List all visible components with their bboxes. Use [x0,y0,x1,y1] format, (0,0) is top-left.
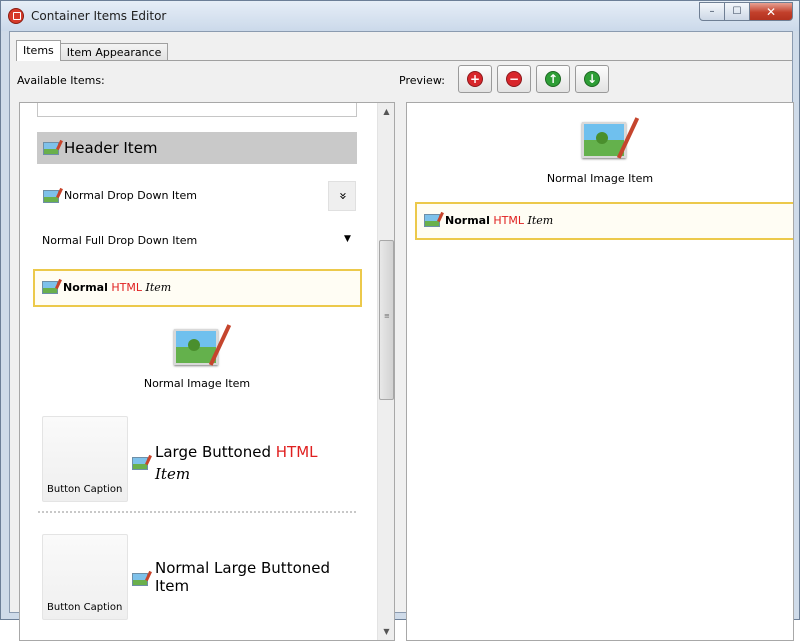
remove-icon: − [506,71,522,87]
preview-html-italic-text: Item [527,214,554,227]
available-items-list[interactable]: Header Item Normal Drop Down Item » Norm… [19,102,395,641]
normal-large-item-line1: Normal Large Buttoned [155,559,331,577]
large-caption-button[interactable]: Button Caption [42,416,128,502]
scroll-down-icon[interactable]: ▼ [378,623,394,640]
normal-large-item-line2: Item [155,577,190,595]
vertical-scrollbar[interactable]: ▲ ≡ ▼ [377,103,394,640]
picture-icon [132,573,148,586]
header-item[interactable]: Header Item [37,132,357,164]
move-up-button[interactable]: ↑ [536,65,570,93]
full-drop-down-item[interactable]: Normal Full Drop Down Item ▼ [37,227,357,253]
image-item-label: Normal Image Item [143,377,251,390]
html-item-red-text: HTML [111,281,142,294]
close-icon: ✕ [765,4,777,19]
separator [38,511,356,513]
arrow-down-icon: ↓ [584,71,600,87]
normal-large-buttoned-item[interactable]: Button Caption Normal Large Buttoned Ite… [37,531,357,623]
html-item-bold-text: Normal [63,281,108,294]
items-tab-page: Available Items: Preview: + − ↑ ↓ Header… [16,60,794,641]
title-bar[interactable]: Container Items Editor – ☐ ✕ [1,1,799,31]
large-item-line2: Item [155,465,191,483]
minimize-button[interactable]: – [699,2,725,21]
button-caption: Button Caption [47,484,123,495]
tab-items[interactable]: Items [16,40,61,61]
app-icon [8,8,24,24]
chevron-down-icon[interactable]: » [328,181,356,211]
html-item-italic-text: Item [145,281,172,294]
drop-down-item[interactable]: Normal Drop Down Item » [37,181,357,211]
minimize-icon: – [709,6,715,17]
maximize-button[interactable]: ☐ [724,2,750,21]
maximize-icon: ☐ [732,6,742,17]
preview-image-item-label: Normal Image Item [546,172,654,185]
picture-icon [43,142,59,155]
picture-icon [174,329,218,365]
large-item-line1: Large Buttoned [155,443,271,461]
move-down-button[interactable]: ↓ [575,65,609,93]
list-item-partial[interactable] [37,103,357,117]
image-item[interactable]: Normal Image Item [37,318,357,398]
header-item-label: Header Item [64,139,158,157]
large-buttoned-html-item[interactable]: Button Caption Large Buttoned HTML Item [37,413,357,505]
picture-icon [582,122,626,158]
available-items-label: Available Items: [17,74,105,87]
preview-html-item-selected[interactable]: Normal HTML Item [415,202,793,240]
scroll-up-icon[interactable]: ▲ [378,103,394,120]
scroll-thumb[interactable]: ≡ [379,240,394,400]
close-button[interactable]: ✕ [749,2,793,21]
arrow-up-icon: ↑ [545,71,561,87]
remove-item-button[interactable]: − [497,65,531,93]
full-drop-down-item-label: Normal Full Drop Down Item [42,234,198,247]
preview-panel[interactable]: Normal Image Item Normal HTML Item [406,102,794,641]
tab-strip: Items Item Appearance [16,40,169,61]
drop-down-item-label: Normal Drop Down Item [64,189,197,202]
window-title: Container Items Editor [31,9,167,23]
large-caption-button[interactable]: Button Caption [42,534,128,620]
picture-icon [42,281,58,294]
html-item-selected[interactable]: Normal HTML Item [33,269,362,307]
caption-buttons: – ☐ ✕ [699,2,793,22]
tab-item-appearance[interactable]: Item Appearance [59,43,169,61]
large-item-red-text: HTML [275,443,318,461]
preview-html-bold-text: Normal [445,214,490,227]
client-area: Items Item Appearance Available Items: P… [9,31,794,641]
picture-icon [43,190,59,203]
preview-image-item[interactable]: Normal Image Item [407,103,793,193]
caret-down-icon: ▼ [344,234,351,244]
grip-icon: ≡ [384,312,390,320]
button-caption: Button Caption [47,602,123,613]
window: Container Items Editor – ☐ ✕ Items Item … [0,0,800,641]
picture-icon [132,457,148,470]
picture-icon [424,214,440,227]
add-item-button[interactable]: + [458,65,492,93]
preview-html-red-text: HTML [493,214,524,227]
preview-label: Preview: [399,74,445,87]
add-icon: + [467,71,483,87]
